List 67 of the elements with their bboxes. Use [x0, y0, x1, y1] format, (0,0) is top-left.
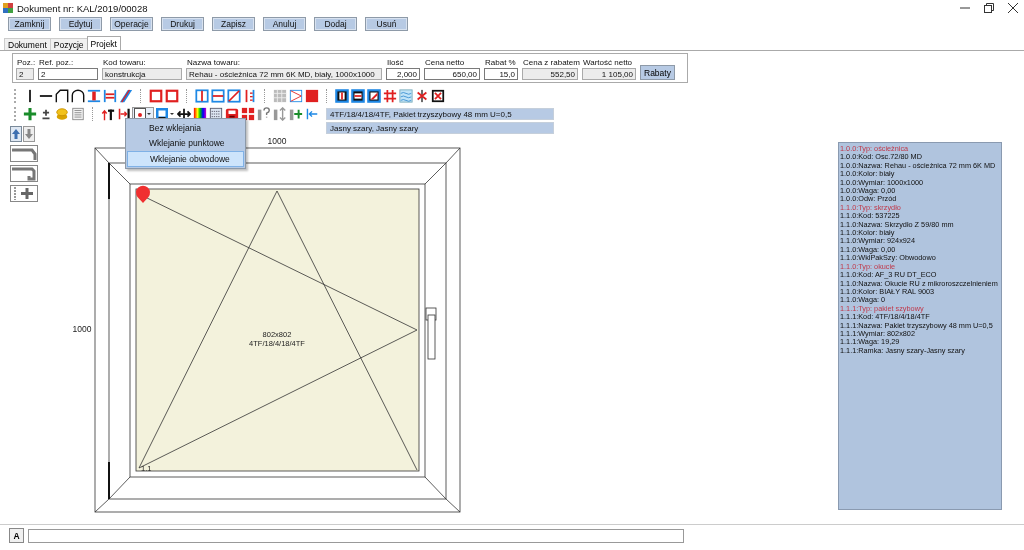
field-label: Kod towaru: [102, 58, 147, 67]
i-beam-icon[interactable] [86, 88, 102, 104]
square-frame-icon[interactable] [148, 88, 164, 104]
arch-icon[interactable] [70, 88, 86, 104]
profile-icon[interactable] [10, 165, 38, 182]
split-diagonal-icon[interactable] [226, 88, 242, 104]
toolbar-button[interactable]: Zapisz [212, 17, 255, 31]
arrow-left-bar-icon[interactable] [304, 106, 320, 122]
input-field[interactable] [28, 528, 684, 543]
tab[interactable]: Dokument [4, 38, 51, 50]
toolbar-button[interactable]: Drukuj [161, 17, 204, 31]
restore-icon[interactable] [984, 3, 994, 13]
bracket-arrow-icon[interactable] [116, 106, 132, 122]
field-label: Poz.: [16, 58, 34, 67]
field-label: Nazwa towaru: [186, 58, 241, 67]
dimension-label: 1000 [72, 324, 92, 334]
menu-item[interactable]: Wklejanie punktowe [127, 136, 244, 150]
triangle-frame-icon[interactable] [288, 88, 304, 104]
framed-square-icon[interactable] [366, 88, 382, 104]
double-bar-icon[interactable] [102, 88, 118, 104]
input-field[interactable]: 2,000 [386, 68, 420, 80]
up-arrow-icon[interactable] [10, 126, 22, 142]
field-label: Ilość [386, 58, 405, 67]
plus-icon[interactable] [22, 106, 38, 122]
dimension-label: 1000 [267, 136, 287, 146]
toolbar-button[interactable]: Anuluj [263, 17, 306, 31]
profile-icon[interactable] [10, 145, 38, 162]
menu-item[interactable]: Bez wklejania [127, 121, 244, 135]
vertical-arrows-icon[interactable] [272, 106, 288, 122]
marker-icon [136, 185, 150, 203]
input-field[interactable]: 15,0 [484, 68, 518, 80]
filled-square-icon[interactable] [304, 88, 320, 104]
info-bar: Jasny szary, Jasny szary [326, 122, 554, 134]
toolbar-button[interactable]: Operacje [110, 17, 153, 31]
toolbar-button[interactable]: Zamknij [8, 17, 51, 31]
split-horizontal-icon[interactable] [210, 88, 226, 104]
cross-grid-icon[interactable] [382, 88, 398, 104]
cross-marker-icon[interactable] [414, 88, 430, 104]
split-vertical-icon[interactable] [194, 88, 210, 104]
tab[interactable]: Pozycje [49, 38, 88, 50]
toolbar-button[interactable]: Dodaj [314, 17, 357, 31]
menu-item[interactable]: Wklejanie obwodowe [127, 151, 244, 167]
tab[interactable]: Projekt [86, 36, 121, 50]
field-label: Cena netto [424, 58, 466, 67]
field-label: Cena z rabatem [522, 58, 578, 67]
field-label: Wartość netto [582, 58, 634, 67]
app-icon [3, 3, 13, 13]
discounts-button[interactable]: Rabaty [640, 65, 675, 80]
framed-square-icon[interactable] [350, 88, 366, 104]
field-label: Ref. poz.: [38, 58, 75, 67]
window-title: Dokument nr: KAL/2019/00028 [17, 2, 148, 14]
diagonal-stripe-icon[interactable] [118, 88, 134, 104]
close-icon[interactable] [1008, 3, 1018, 13]
add-mullion-icon[interactable] [10, 185, 38, 202]
four-squares-icon[interactable] [240, 106, 256, 122]
framed-square-icon[interactable] [334, 88, 350, 104]
square-frame-icon[interactable] [164, 88, 180, 104]
input-field[interactable]: 650,00 [424, 68, 480, 80]
toolbar-button[interactable]: Edytuj [59, 17, 102, 31]
field-label: Rabat % [484, 58, 517, 67]
x-box-icon[interactable] [430, 88, 446, 104]
info-bar: 4TF/18/4/18/4TF, Pakiet trzyszybowy 48 mm U=0,5 [326, 108, 554, 120]
input-field[interactable]: 2 [38, 68, 98, 80]
toolbar-button[interactable]: Usuń [365, 17, 408, 31]
wave-icon[interactable] [398, 88, 414, 104]
a-button[interactable]: A [9, 528, 24, 543]
question-monitor-icon[interactable] [256, 106, 272, 122]
